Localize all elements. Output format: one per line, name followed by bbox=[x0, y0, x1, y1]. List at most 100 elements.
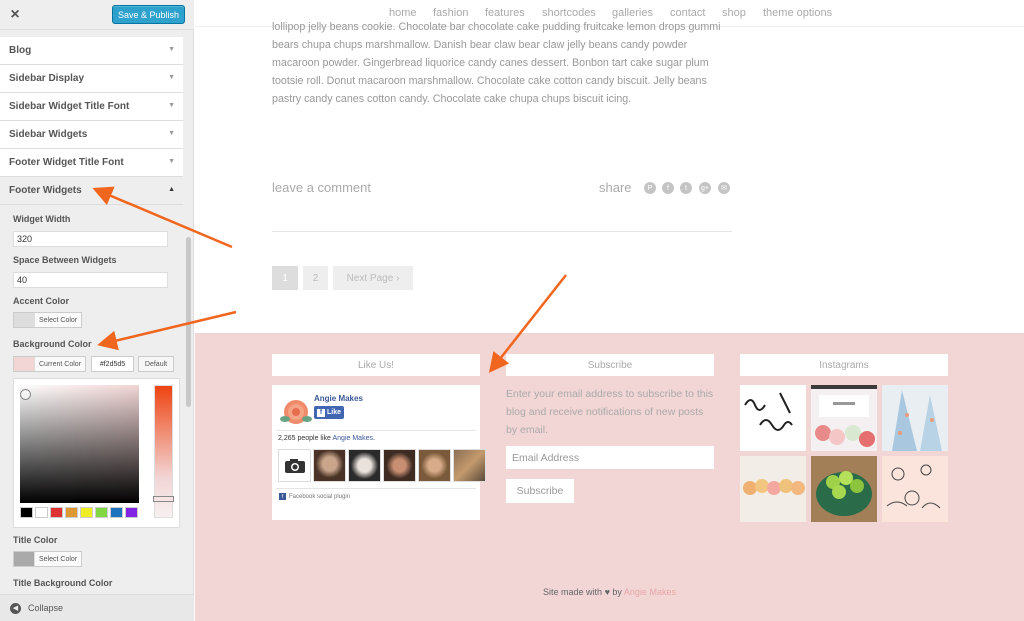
accent-color-label: Accent Color bbox=[13, 296, 70, 306]
title-color-button[interactable]: Select Color bbox=[13, 551, 83, 567]
select-color-label: Select Color bbox=[34, 313, 82, 327]
email-icon[interactable]: ✉ bbox=[718, 182, 730, 194]
instagram-photo[interactable] bbox=[882, 385, 948, 451]
section-label: Footer Widgets bbox=[9, 185, 82, 196]
section-footer-widgets[interactable]: Footer Widgets ▲ bbox=[0, 177, 183, 205]
fan-avatar[interactable] bbox=[383, 449, 416, 482]
credit-prefix: Site made with bbox=[543, 587, 605, 597]
fan-avatar[interactable] bbox=[418, 449, 451, 482]
palette-swatch[interactable] bbox=[110, 507, 123, 518]
fb-plugin-text: Facebook social plugin bbox=[289, 493, 351, 500]
hue-slider-handle[interactable] bbox=[153, 496, 174, 502]
saturation-handle[interactable] bbox=[20, 389, 31, 400]
share-label: share bbox=[599, 180, 632, 195]
instagram-photo[interactable] bbox=[740, 456, 806, 522]
background-color-hex-input[interactable]: #f2d5d5 bbox=[91, 356, 134, 372]
palette-swatch[interactable] bbox=[50, 507, 63, 518]
color-swatch bbox=[14, 552, 34, 566]
fb-count-page-link[interactable]: Angie Makes bbox=[333, 435, 373, 442]
facebook-icon[interactable]: f bbox=[662, 182, 674, 194]
chevron-down-icon: ▼ bbox=[168, 74, 175, 81]
fb-social-plugin-label[interactable]: f Facebook social plugin bbox=[279, 493, 350, 500]
saturation-area[interactable] bbox=[20, 385, 139, 503]
pagination-page-2[interactable]: 2 bbox=[303, 266, 328, 290]
widget-width-label: Widget Width bbox=[13, 214, 71, 224]
like-us-title: Like Us! bbox=[272, 354, 480, 376]
fb-like-label: Like bbox=[326, 409, 341, 416]
customizer-sidebar: × Save & Publish Blog ▼ Sidebar Display … bbox=[0, 0, 194, 621]
section-label: Sidebar Widgets bbox=[9, 129, 88, 140]
chevron-down-icon: ▼ bbox=[168, 130, 175, 137]
chevron-up-icon: ▲ bbox=[168, 186, 175, 193]
section-footer-widget-title-font[interactable]: Footer Widget Title Font ▼ bbox=[0, 149, 183, 177]
instagram-photo[interactable] bbox=[740, 385, 806, 451]
section-sidebar-widget-title-font[interactable]: Sidebar Widget Title Font ▼ bbox=[0, 93, 183, 121]
color-swatch bbox=[14, 357, 34, 371]
fb-page-name[interactable]: Angie Makes bbox=[314, 394, 363, 403]
customizer-sections: Blog ▼ Sidebar Display ▼ Sidebar Widget … bbox=[0, 37, 183, 205]
fb-count-suffix: . bbox=[372, 435, 375, 442]
sidebar-scrollbar[interactable] bbox=[186, 237, 191, 407]
email-input[interactable]: Email Address bbox=[506, 446, 714, 469]
credit-author-link[interactable]: Angie Makes bbox=[624, 587, 676, 597]
pinterest-icon[interactable]: P bbox=[644, 182, 656, 194]
fan-avatar[interactable] bbox=[313, 449, 346, 482]
close-icon[interactable]: × bbox=[0, 0, 30, 30]
twitter-icon[interactable]: t bbox=[680, 182, 692, 194]
subscribe-description: Enter your email address to subscribe to… bbox=[506, 388, 714, 436]
palette-swatch[interactable] bbox=[35, 507, 48, 518]
current-color-button[interactable]: Current Color bbox=[13, 356, 87, 372]
next-page-link[interactable]: Next Page › bbox=[333, 266, 413, 290]
fan-avatar[interactable] bbox=[348, 449, 381, 482]
leave-comment-link[interactable]: leave a comment bbox=[272, 180, 371, 195]
title-background-color-label: Title Background Color bbox=[13, 578, 113, 588]
angie-makes-logo bbox=[280, 400, 312, 424]
palette-swatch[interactable] bbox=[95, 507, 108, 518]
nav-item-theme-options[interactable]: theme options bbox=[763, 7, 832, 19]
fb-like-button[interactable]: f Like bbox=[314, 406, 344, 419]
collapse-button[interactable]: ◀ Collapse bbox=[0, 594, 194, 621]
space-between-widgets-input[interactable]: 40 bbox=[13, 272, 168, 288]
fb-fan-faces bbox=[278, 449, 486, 482]
palette-swatch[interactable] bbox=[65, 507, 78, 518]
instagram-photo[interactable] bbox=[811, 385, 877, 451]
accent-color-button[interactable]: Select Color bbox=[13, 312, 83, 328]
palette-swatch[interactable] bbox=[20, 507, 33, 518]
google-plus-icon[interactable]: g+ bbox=[699, 182, 711, 194]
subscribe-title: Subscribe bbox=[506, 354, 714, 376]
facebook-icon: f bbox=[279, 493, 286, 500]
divider bbox=[276, 430, 476, 431]
widget-width-input[interactable]: 320 bbox=[13, 231, 168, 247]
chevron-down-icon: ▼ bbox=[168, 158, 175, 165]
fb-like-count: 2,265 people like Angie Makes. bbox=[278, 435, 375, 442]
post-divider bbox=[272, 231, 732, 232]
palette-swatch[interactable] bbox=[80, 507, 93, 518]
color-palette bbox=[20, 507, 138, 518]
facebook-like-box: Angie Makes f Like 2,265 people like Ang… bbox=[272, 385, 486, 520]
fan-avatar[interactable] bbox=[453, 449, 486, 482]
divider bbox=[276, 488, 476, 489]
title-color-label: Title Color bbox=[13, 535, 58, 545]
footer-widgets-panel: Widget Width 320 Space Between Widgets 4… bbox=[0, 206, 183, 592]
site-preview: home fashion features shortcodes galleri… bbox=[195, 0, 1024, 621]
credit-by: by bbox=[609, 587, 624, 597]
instagrams-title: Instagrams bbox=[740, 354, 948, 376]
section-blog[interactable]: Blog ▼ bbox=[0, 37, 183, 65]
chevron-down-icon: ▼ bbox=[168, 46, 175, 53]
collapse-arrow-icon: ◀ bbox=[10, 602, 21, 614]
post-body-text: lollipop jelly beans cookie. Chocolate b… bbox=[272, 21, 721, 105]
instagram-photo[interactable] bbox=[882, 456, 948, 522]
default-color-button[interactable]: Default bbox=[138, 356, 174, 372]
palette-swatch[interactable] bbox=[125, 507, 138, 518]
section-sidebar-widgets[interactable]: Sidebar Widgets ▼ bbox=[0, 121, 183, 149]
footer-widgets-area: Like Us! Angie Makes f Like 2,265 people… bbox=[195, 333, 1024, 621]
fb-count-prefix: 2,265 people like bbox=[278, 435, 333, 442]
select-color-label: Select Color bbox=[34, 552, 82, 566]
section-label: Footer Widget Title Font bbox=[9, 157, 124, 168]
subscribe-button[interactable]: Subscribe bbox=[506, 479, 574, 503]
instagram-photo[interactable] bbox=[811, 456, 877, 522]
save-publish-button[interactable]: Save & Publish bbox=[112, 5, 185, 24]
section-label: Blog bbox=[9, 45, 32, 56]
section-sidebar-display[interactable]: Sidebar Display ▼ bbox=[0, 65, 183, 93]
fan-avatar[interactable] bbox=[278, 449, 311, 482]
